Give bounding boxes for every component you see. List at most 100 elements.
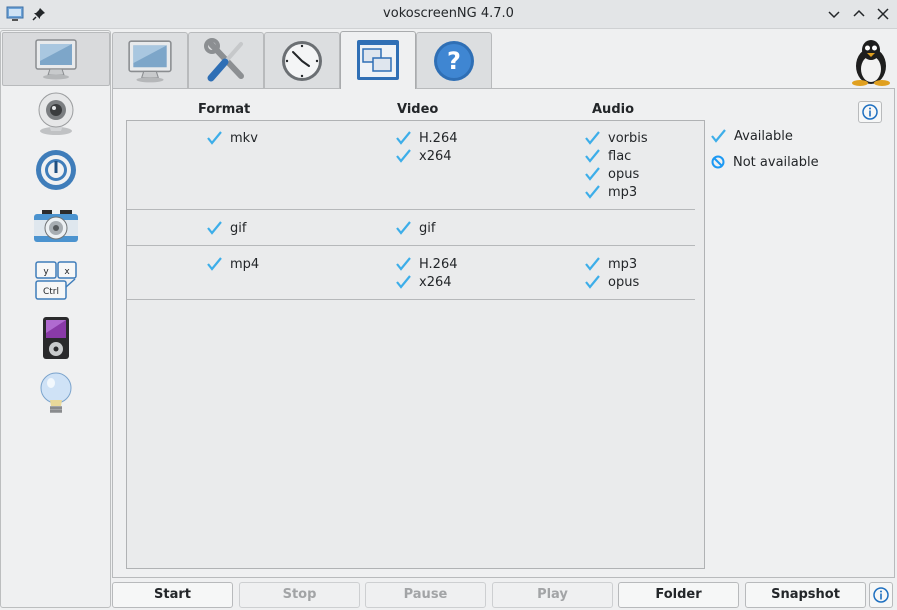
monitor-icon <box>35 39 77 80</box>
tux-icon <box>852 40 890 86</box>
svg-text:?: ? <box>447 47 461 75</box>
check-icon <box>585 185 600 199</box>
media-player-icon <box>43 317 69 359</box>
legend-available: Available <box>711 127 793 145</box>
clock-icon <box>282 41 322 81</box>
format-item: mkv <box>207 129 258 147</box>
audio-label: opus <box>608 274 640 290</box>
sidebar-item-screencast[interactable] <box>2 32 110 86</box>
start-button[interactable]: Start <box>112 582 233 608</box>
check-icon <box>585 257 600 271</box>
check-icon <box>585 167 600 181</box>
video-header: Video <box>397 102 439 117</box>
video-label: gif <box>419 220 436 236</box>
group-divider <box>127 245 695 246</box>
audio-label: vorbis <box>608 130 648 146</box>
windows-icon <box>357 39 399 80</box>
sidebar-item-hotkeys[interactable]: y x Ctrl <box>2 255 110 309</box>
video-label: x264 <box>419 148 452 164</box>
check-icon <box>585 131 600 145</box>
folder-button[interactable]: Folder <box>618 582 739 608</box>
legend-not-available: Not available <box>711 153 819 171</box>
svg-text:y: y <box>43 267 49 277</box>
audio-item: vorbis <box>585 129 648 147</box>
audio-item: mp3 <box>585 183 637 201</box>
check-icon <box>585 149 600 163</box>
format-item: gif <box>207 219 246 237</box>
video-label: H.264 <box>419 130 458 146</box>
sidebar-item-snapshot[interactable] <box>2 199 110 253</box>
prohibited-icon <box>711 155 725 169</box>
info-button[interactable] <box>858 101 882 123</box>
play-button[interactable]: Play <box>492 582 613 608</box>
group-divider <box>127 299 695 300</box>
codec-list: mkv H.264 x264 vorbis flac opus mp3 gif … <box>126 120 705 569</box>
sidebar-item-player[interactable] <box>2 143 110 197</box>
audio-item: mp3 <box>585 255 637 273</box>
video-item: H.264 <box>396 255 458 273</box>
check-icon <box>207 131 222 145</box>
tab-help[interactable]: ? <box>416 32 492 89</box>
sidebar-item-tips[interactable] <box>2 367 110 421</box>
format-label: mkv <box>230 130 258 146</box>
check-icon <box>711 129 726 143</box>
audio-label: flac <box>608 148 632 164</box>
sidebar-item-camera[interactable] <box>2 87 110 141</box>
video-item: x264 <box>396 147 452 165</box>
maximize-icon[interactable] <box>851 6 867 22</box>
check-icon <box>207 257 222 271</box>
audio-item: opus <box>585 273 639 291</box>
audio-item: opus <box>585 165 639 183</box>
video-item: H.264 <box>396 129 458 147</box>
codecs-panel: Format Video Audio mkv H.264 x264 vorbis… <box>112 88 895 578</box>
svg-text:x: x <box>64 267 70 277</box>
power-ring-icon <box>36 150 76 190</box>
audio-header: Audio <box>592 102 635 117</box>
format-label: mp4 <box>230 256 260 272</box>
video-item: x264 <box>396 273 452 291</box>
webcam-icon <box>38 92 74 135</box>
stop-button[interactable]: Stop <box>239 582 360 608</box>
camera-icon <box>34 210 78 242</box>
keyboard-keys-icon: y x Ctrl <box>35 261 77 300</box>
question-icon: ? <box>434 41 474 81</box>
check-icon <box>396 257 411 271</box>
wrench-screwdriver-icon <box>204 38 244 82</box>
check-icon <box>396 131 411 145</box>
bottom-info-button[interactable] <box>869 582 893 608</box>
format-header: Format <box>198 102 251 117</box>
check-icon <box>585 275 600 289</box>
sidebar-item-player-device[interactable] <box>2 311 110 365</box>
tab-screen[interactable] <box>112 32 188 89</box>
monitor-icon <box>128 40 172 83</box>
legend-not-available-label: Not available <box>733 154 819 170</box>
legend-available-label: Available <box>734 128 793 144</box>
format-label: gif <box>230 220 247 236</box>
lightbulb-icon <box>40 372 72 413</box>
snapshot-button[interactable]: Snapshot <box>745 582 866 608</box>
window-title: vokoscreenNG 4.7.0 <box>383 6 514 21</box>
check-icon <box>207 221 222 235</box>
video-label: H.264 <box>419 256 458 272</box>
check-icon <box>396 275 411 289</box>
minimize-icon[interactable] <box>826 6 842 22</box>
tab-tools[interactable] <box>188 32 264 89</box>
audio-label: opus <box>608 166 640 182</box>
group-divider <box>127 209 695 210</box>
video-label: x264 <box>419 274 452 290</box>
video-item: gif <box>396 219 435 237</box>
tab-timer[interactable] <box>264 32 340 89</box>
check-icon <box>396 221 411 235</box>
sidebar: y x Ctrl <box>0 30 111 608</box>
audio-label: mp3 <box>608 184 638 200</box>
close-icon[interactable] <box>875 6 891 22</box>
pause-button[interactable]: Pause <box>365 582 486 608</box>
audio-item: flac <box>585 147 631 165</box>
format-item: mp4 <box>207 255 259 273</box>
title-bar: vokoscreenNG 4.7.0 <box>0 0 897 29</box>
audio-label: mp3 <box>608 256 638 272</box>
bottom-bar: Start Stop Pause Play Folder Snapshot <box>112 581 897 609</box>
tab-codecs[interactable] <box>340 31 416 89</box>
svg-text:Ctrl: Ctrl <box>43 287 59 297</box>
info-icon <box>873 587 889 603</box>
